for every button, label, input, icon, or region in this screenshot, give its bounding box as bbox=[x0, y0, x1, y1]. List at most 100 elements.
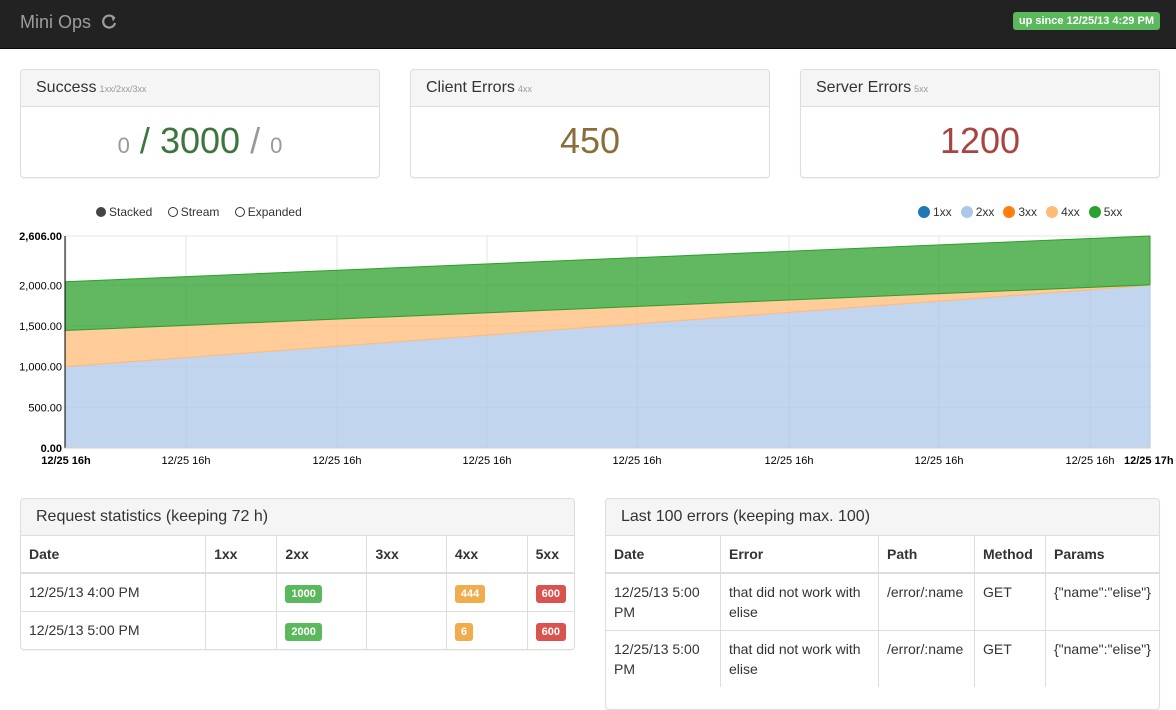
table-cell: 600 bbox=[527, 611, 574, 649]
table-row: 12/25/13 5:00 PM that did not work with e… bbox=[606, 572, 1159, 631]
column-header-2xx[interactable]: 2xx bbox=[276, 536, 368, 574]
mode-stream-label[interactable]: Stream bbox=[181, 205, 220, 219]
legend-item-1xx[interactable]: 1xx bbox=[918, 205, 952, 219]
mode-expanded-label[interactable]: Expanded bbox=[248, 205, 302, 219]
success-2xx-value: 3000 bbox=[159, 120, 241, 161]
success-subtitle: 1xx/2xx/3xx bbox=[99, 84, 147, 94]
mode-stacked-label[interactable]: Stacked bbox=[109, 205, 152, 219]
y-tick-label: 1,500.00 bbox=[19, 321, 62, 333]
radio-filled-icon[interactable] bbox=[96, 207, 106, 217]
y-tick-label: 0.00 bbox=[41, 443, 62, 455]
column-header-date[interactable]: Date bbox=[21, 536, 207, 574]
client-errors-panel: Client Errors 4xx 450 bbox=[410, 69, 770, 178]
success-panel-heading: Success 1xx/2xx/3xx bbox=[21, 70, 379, 107]
legend-item-5xx[interactable]: 5xx bbox=[1088, 205, 1123, 219]
separator: / bbox=[139, 120, 150, 161]
table-row: 12/25/13 5:00 PM 2000 6 600 bbox=[21, 611, 574, 649]
server-errors-panel: Server Errors 5xx 1200 bbox=[800, 69, 1160, 178]
requests-area-chart: 0.00 500.00 1,000.00 1,500.00 2,000.00 2,606.… bbox=[19, 231, 1174, 467]
table-cell: 12/25/13 4:00 PM bbox=[21, 572, 207, 612]
server-errors-subtitle: 5xx bbox=[914, 84, 929, 94]
x-tick-label: 12/25 17h bbox=[1124, 455, 1174, 467]
legend-label[interactable]: 3xx bbox=[1018, 205, 1037, 219]
column-header-path[interactable]: Path bbox=[878, 536, 975, 574]
legend-label[interactable]: 2xx bbox=[976, 205, 995, 219]
legend-item-4xx[interactable]: 4xx bbox=[1046, 205, 1080, 219]
mode-stacked[interactable]: Stacked bbox=[96, 205, 152, 219]
x-tick-label: 12/25 16h bbox=[915, 455, 964, 467]
legend-label[interactable]: 1xx bbox=[933, 205, 952, 219]
last-errors-panel: Last 100 errors (keeping max. 100) Date E… bbox=[605, 498, 1160, 710]
legend-item-3xx[interactable]: 3xx bbox=[1003, 205, 1037, 219]
table-cell bbox=[205, 611, 278, 649]
request-statistics-panel: Request statistics (keeping 72 h) Date 1x… bbox=[20, 498, 575, 650]
refresh-icon[interactable] bbox=[100, 13, 118, 36]
request-statistics-table: Date 1xx 2xx 3xx 4xx 5xx 12/25/13 4:00 PM 1000… bbox=[21, 536, 574, 649]
success-panel: Success 1xx/2xx/3xx 0 / 3000 / 0 bbox=[20, 69, 380, 178]
count-badge: 6 bbox=[454, 623, 473, 641]
column-header-5xx[interactable]: 5xx bbox=[527, 536, 574, 574]
count-badge: 600 bbox=[535, 585, 566, 603]
request-statistics-heading: Request statistics (keeping 72 h) bbox=[21, 499, 574, 536]
brand[interactable]: Mini Ops bbox=[20, 12, 118, 36]
error-cell-error: that did not work with elise bbox=[720, 630, 879, 687]
success-title: Success bbox=[36, 79, 97, 96]
error-cell-date: 12/25/13 5:00 PM bbox=[606, 572, 721, 631]
y-tick-label: 2,000.00 bbox=[19, 280, 62, 292]
column-header-1xx[interactable]: 1xx bbox=[205, 536, 278, 574]
x-tick-label: 12/25 16h bbox=[162, 455, 211, 467]
y-tick-label: 1,000.00 bbox=[19, 362, 62, 374]
column-header-date[interactable]: Date bbox=[606, 536, 721, 574]
column-header-4xx[interactable]: 4xx bbox=[446, 536, 528, 574]
legend-label[interactable]: 4xx bbox=[1061, 205, 1080, 219]
legend-swatch[interactable] bbox=[1003, 206, 1016, 218]
legend-swatch[interactable] bbox=[1088, 206, 1101, 218]
success-values: 0 / 3000 / 0 bbox=[21, 107, 379, 177]
client-errors-heading: Client Errors 4xx bbox=[411, 70, 769, 107]
error-cell-path: /error/:name bbox=[878, 630, 975, 687]
column-header-3xx[interactable]: 3xx bbox=[366, 536, 447, 574]
legend-swatch[interactable] bbox=[1046, 206, 1059, 218]
server-errors-value: 1200 bbox=[939, 120, 1021, 161]
server-errors-title: Server Errors bbox=[816, 79, 912, 96]
radio-empty-icon[interactable] bbox=[234, 207, 245, 217]
success-3xx-value: 0 bbox=[270, 133, 283, 158]
legend-label[interactable]: 5xx bbox=[1104, 205, 1123, 219]
x-tick-label: 12/25 16h bbox=[1066, 455, 1115, 467]
error-cell-date: 12/25/13 5:00 PM bbox=[606, 630, 721, 687]
error-cell-error: that did not work with elise bbox=[720, 572, 879, 631]
legend-item-2xx[interactable]: 2xx bbox=[960, 205, 995, 219]
last-errors-heading: Last 100 errors (keeping max. 100) bbox=[606, 499, 1159, 536]
count-badge: 2000 bbox=[285, 623, 322, 641]
server-errors-heading: Server Errors 5xx bbox=[801, 70, 1159, 107]
chart-mode-controls: Stacked Stream Expanded bbox=[96, 205, 314, 220]
legend-swatch[interactable] bbox=[960, 206, 973, 218]
column-header-error[interactable]: Error bbox=[720, 536, 879, 574]
x-tick-label: 12/25 16h bbox=[313, 455, 362, 467]
x-tick-label: 12/25 16h bbox=[765, 455, 814, 467]
count-badge: 444 bbox=[454, 585, 486, 603]
table-cell: 2000 bbox=[276, 611, 368, 649]
x-tick-label: 12/25 16h bbox=[41, 455, 91, 467]
brand-title[interactable]: Mini Ops bbox=[20, 12, 91, 32]
y-tick-label: 500.00 bbox=[28, 402, 62, 414]
mode-expanded[interactable]: Expanded bbox=[234, 205, 302, 219]
count-badge: 600 bbox=[535, 623, 566, 641]
client-errors-subtitle: 4xx bbox=[517, 84, 532, 94]
error-cell-method: GET bbox=[974, 572, 1046, 631]
table-cell bbox=[366, 611, 447, 649]
mode-stream[interactable]: Stream bbox=[167, 205, 220, 219]
table-cell bbox=[205, 572, 278, 612]
table-cell: 444 bbox=[446, 572, 528, 612]
x-tick-label: 12/25 16h bbox=[613, 455, 662, 467]
column-header-params[interactable]: Params bbox=[1045, 536, 1159, 574]
radio-empty-icon[interactable] bbox=[167, 207, 178, 217]
table-cell: 12/25/13 5:00 PM bbox=[21, 611, 207, 649]
table-cell bbox=[366, 572, 447, 612]
legend-swatch[interactable] bbox=[918, 206, 930, 218]
client-errors-title: Client Errors bbox=[426, 79, 515, 96]
table-cell: 1000 bbox=[276, 572, 368, 612]
error-cell-params: {"name":"elise"} bbox=[1045, 572, 1159, 631]
error-cell-params: {"name":"elise"} bbox=[1045, 630, 1159, 687]
column-header-method[interactable]: Method bbox=[974, 536, 1046, 574]
